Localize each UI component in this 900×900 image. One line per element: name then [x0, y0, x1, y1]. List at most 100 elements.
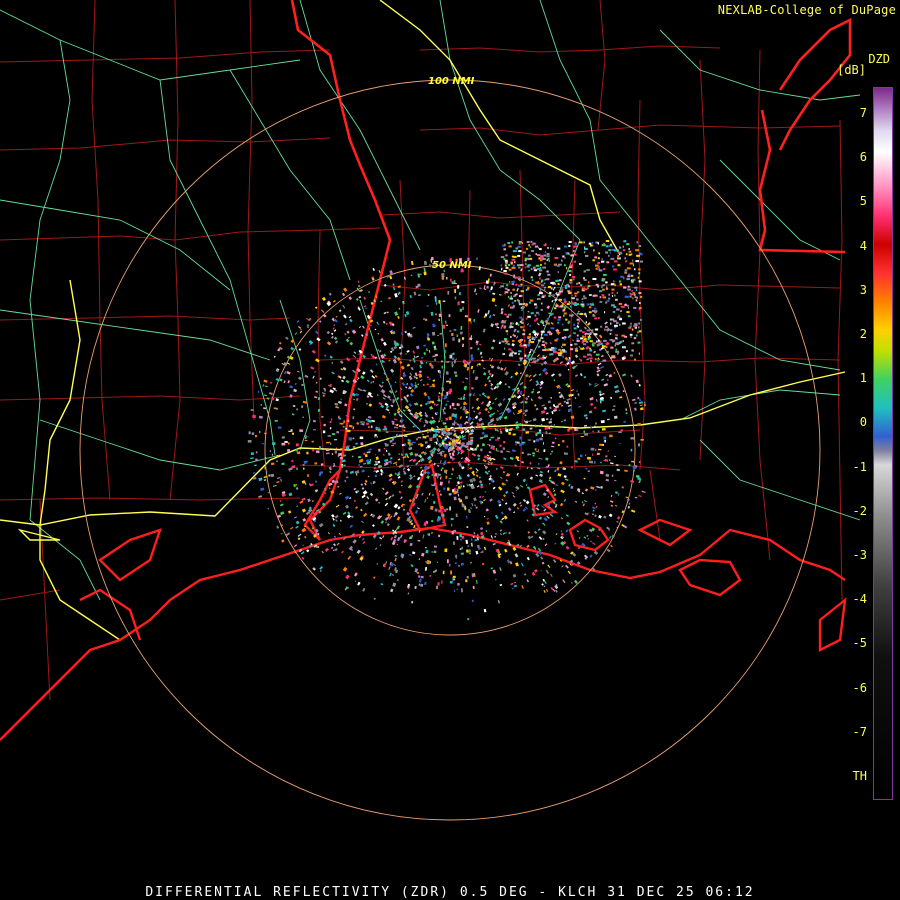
- echo-pixel: [448, 416, 452, 421]
- echo-pixel: [359, 436, 364, 440]
- echo-pixel: [284, 441, 288, 443]
- echo-pixel: [569, 266, 573, 269]
- echo-pixel: [623, 240, 627, 243]
- echo-pixel: [450, 517, 454, 521]
- echo-pixel: [630, 322, 632, 325]
- echo-pixel: [439, 332, 443, 335]
- echo-pixel: [615, 342, 618, 345]
- echo-pixel: [497, 437, 501, 440]
- echo-pixel: [432, 323, 435, 328]
- echo-pixel: [352, 446, 356, 448]
- echo-pixel: [520, 294, 523, 297]
- echo-pixel: [629, 326, 631, 329]
- echo-pixel: [603, 436, 607, 440]
- echo-pixel: [588, 281, 590, 284]
- echo-pixel: [277, 426, 282, 429]
- echo-pixel: [535, 253, 538, 256]
- echo-pixel: [434, 298, 437, 302]
- echo-pixel: [603, 273, 607, 276]
- echo-pixel: [445, 417, 449, 421]
- echo-pixel: [550, 287, 553, 290]
- echo-pixel: [638, 307, 642, 310]
- echo-pixel: [633, 337, 637, 340]
- echo-pixel: [392, 436, 395, 439]
- echo-pixel: [446, 276, 448, 280]
- echo-pixel: [453, 491, 457, 495]
- echo-pixel: [462, 306, 464, 311]
- echo-pixel: [619, 442, 621, 445]
- echo-pixel: [516, 330, 520, 333]
- echo-pixel: [447, 290, 450, 295]
- echo-pixel: [605, 245, 609, 248]
- echo-pixel: [542, 258, 546, 260]
- echo-pixel: [614, 294, 616, 297]
- echo-pixel: [558, 348, 561, 351]
- echo-pixel: [550, 453, 552, 456]
- echo-pixel: [636, 241, 639, 244]
- echo-pixel: [452, 423, 456, 426]
- echo-pixel: [527, 336, 531, 339]
- echo-pixel: [584, 454, 587, 457]
- echo-pixel: [450, 278, 452, 282]
- echo-pixel: [377, 428, 381, 432]
- echo-pixel: [513, 255, 517, 258]
- echo-pixel: [459, 308, 463, 312]
- echo-pixel: [624, 257, 626, 260]
- echo-pixel: [504, 272, 508, 275]
- echo-pixel: [601, 279, 605, 282]
- echo-pixel: [444, 343, 447, 348]
- echo-pixel: [635, 249, 639, 252]
- echo-pixel: [573, 278, 575, 281]
- echo-pixel: [615, 348, 618, 351]
- echo-pixel: [608, 293, 611, 296]
- echo-pixel: [537, 431, 542, 435]
- echo-pixel: [444, 320, 447, 324]
- echo-pixel: [264, 432, 267, 435]
- echo-pixel: [346, 429, 351, 433]
- echo-pixel: [518, 266, 521, 269]
- echo-pixel: [630, 274, 634, 277]
- echo-pixel: [565, 318, 568, 321]
- echo-pixel: [399, 434, 403, 437]
- echo-pixel: [583, 279, 587, 281]
- echo-pixel: [583, 338, 587, 341]
- echo-pixel: [454, 296, 457, 300]
- echo-pixel: [448, 390, 451, 395]
- echo-pixel: [435, 302, 438, 305]
- echo-pixel: [569, 281, 573, 284]
- echo-pixel: [505, 340, 509, 343]
- echo-pixel: [442, 570, 445, 575]
- echo-pixel: [580, 359, 583, 362]
- echo-pixel: [443, 355, 446, 359]
- echo-pixel: [287, 449, 291, 453]
- echo-pixel: [569, 264, 573, 267]
- echo-pixel: [565, 350, 567, 353]
- echo-pixel: [546, 253, 550, 256]
- echo-pixel: [542, 266, 547, 269]
- echo-pixel: [247, 440, 252, 443]
- echo-pixel: [445, 475, 448, 479]
- echo-pixel: [522, 277, 524, 280]
- echo-pixel: [404, 443, 407, 446]
- echo-pixel: [460, 552, 464, 555]
- echo-pixel: [464, 315, 469, 318]
- colorbar-tick: 0: [859, 415, 867, 430]
- echo-pixel: [639, 302, 641, 304]
- echo-pixel: [556, 293, 560, 296]
- echo-pixel: [519, 316, 523, 319]
- echo-pixel: [558, 316, 562, 319]
- echo-pixel: [614, 324, 618, 327]
- echo-pixel: [255, 451, 258, 454]
- echo-pixel: [562, 440, 565, 443]
- echo-pixel: [566, 303, 570, 306]
- echo-pixel: [635, 324, 638, 327]
- echo-pixel: [591, 343, 593, 346]
- echo-pixel: [559, 461, 563, 465]
- echo-pixel: [591, 309, 596, 312]
- echo-pixel: [634, 268, 636, 271]
- echo-pixel: [586, 269, 590, 272]
- echo-pixel: [536, 298, 541, 300]
- echo-pixel: [306, 451, 309, 455]
- echo-pixel: [613, 249, 618, 252]
- echo-pixel: [446, 371, 449, 375]
